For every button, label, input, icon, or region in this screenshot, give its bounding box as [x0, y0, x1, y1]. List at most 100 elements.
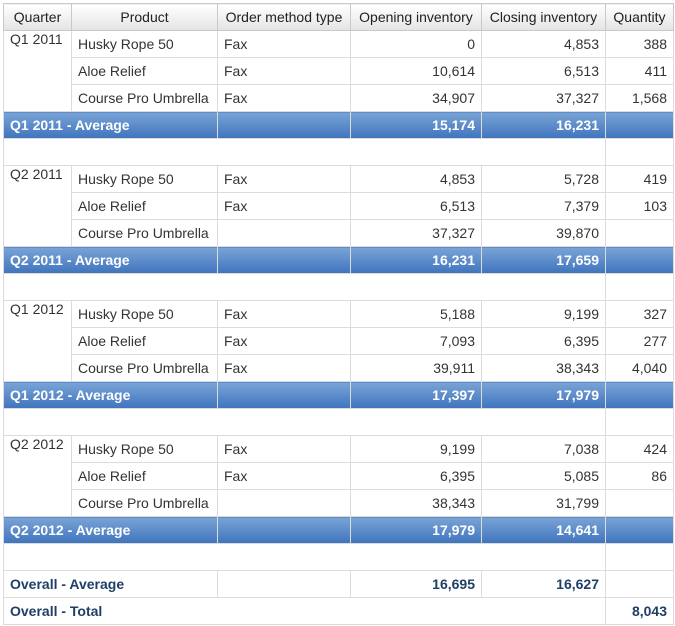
opening-inventory-cell: 39,911 — [350, 354, 482, 382]
total-quantity: 2,367 — [605, 138, 674, 166]
average-label: Q1 2011 - Average — [3, 111, 218, 139]
average-closing-inventory: 16,231 — [481, 111, 606, 139]
average-label: Q1 2012 - Average — [3, 381, 218, 409]
product-cell: Aloe Relief — [71, 462, 218, 490]
overall-average-closing-inventory: 16,627 — [481, 570, 606, 598]
order-method-cell: Fax — [217, 327, 351, 355]
average-opening-inventory: 17,397 — [350, 381, 482, 409]
empty-cell — [217, 516, 351, 544]
average-closing-inventory: 17,979 — [481, 381, 606, 409]
total-label: Q1 2012 - Total — [3, 408, 606, 436]
product-cell: Husky Rope 50 — [71, 30, 218, 58]
closing-inventory-cell: 6,395 — [481, 327, 606, 355]
group-average-row: Q1 2012 - Average 17,397 17,979 — [3, 381, 674, 409]
product-cell: Aloe Relief — [71, 57, 218, 85]
average-label: Q2 2012 - Average — [3, 516, 218, 544]
overall-total-row: Overall - Total 8,043 — [3, 597, 674, 625]
opening-inventory-cell: 4,853 — [350, 165, 482, 193]
order-method-cell: Fax — [217, 84, 351, 112]
overall-average-row: Overall - Average 16,695 16,627 — [3, 570, 674, 598]
quantity-cell: 1,568 — [605, 84, 674, 112]
table-row: Aloe Relief Fax 6,395 5,085 86 — [4, 462, 674, 490]
quantity-cell: 277 — [605, 327, 674, 355]
opening-inventory-cell: 6,513 — [350, 192, 482, 220]
quantity-cell — [605, 489, 674, 517]
group-average-row: Q2 2011 - Average 16,231 17,659 — [3, 246, 674, 274]
opening-inventory-cell: 10,614 — [350, 57, 482, 85]
column-header-product[interactable]: Product — [71, 3, 218, 31]
closing-inventory-cell: 31,799 — [481, 489, 606, 517]
group-total-row: Q1 2012 - Total 4,644 — [3, 408, 674, 436]
group-total-row: Q2 2011 - Total 522 — [3, 273, 674, 301]
product-cell: Course Pro Umbrella — [71, 489, 218, 517]
column-header-order-method-type[interactable]: Order method type — [217, 3, 351, 31]
overall-average-quantity — [605, 570, 674, 598]
overall-total-label: Overall - Total — [3, 597, 606, 625]
product-cell: Aloe Relief — [71, 192, 218, 220]
empty-cell — [217, 111, 351, 139]
average-closing-inventory: 17,659 — [481, 246, 606, 274]
product-cell: Aloe Relief — [71, 327, 218, 355]
order-method-cell: Fax — [217, 435, 351, 463]
average-closing-inventory: 14,641 — [481, 516, 606, 544]
total-label: Q2 2011 - Total — [3, 273, 606, 301]
average-quantity — [605, 111, 674, 139]
order-method-cell: Fax — [217, 300, 351, 328]
opening-inventory-cell: 6,395 — [350, 462, 482, 490]
quantity-cell: 103 — [605, 192, 674, 220]
product-cell: Course Pro Umbrella — [71, 84, 218, 112]
opening-inventory-cell: 34,907 — [350, 84, 482, 112]
opening-inventory-cell: 5,188 — [350, 300, 482, 328]
table-row: Aloe Relief Fax 7,093 6,395 277 — [4, 327, 674, 355]
header-row: Quarter Product Order method type Openin… — [3, 3, 674, 31]
total-quantity: 510 — [605, 543, 674, 571]
opening-inventory-cell: 38,343 — [350, 489, 482, 517]
average-label: Q2 2011 - Average — [3, 246, 218, 274]
empty-cell — [217, 246, 351, 274]
opening-inventory-cell: 0 — [350, 30, 482, 58]
table-row: Q1 2011 Husky Rope 50 Fax 0 4,853 388 — [3, 30, 674, 112]
quarter-cell: Q1 2012 — [3, 300, 72, 382]
order-method-cell — [217, 219, 351, 247]
group-average-row: Q2 2012 - Average 17,979 14,641 — [3, 516, 674, 544]
average-opening-inventory: 16,231 — [350, 246, 482, 274]
quarter-cell: Q2 2012 — [3, 435, 72, 517]
column-header-opening-inventory[interactable]: Opening inventory — [350, 3, 482, 31]
table-row: Aloe Relief Fax 10,614 6,513 411 — [4, 57, 674, 85]
closing-inventory-cell: 5,728 — [481, 165, 606, 193]
closing-inventory-cell: 5,085 — [481, 462, 606, 490]
quarter-cell: Q2 2011 — [3, 165, 72, 247]
total-quantity: 4,644 — [605, 408, 674, 436]
empty-cell — [217, 381, 351, 409]
order-method-cell — [217, 489, 351, 517]
order-method-cell: Fax — [217, 165, 351, 193]
group-total-row: Q1 2011 - Total 2,367 — [3, 138, 674, 166]
table-row: Course Pro Umbrella Fax 39,911 38,343 4,040 — [4, 354, 674, 382]
closing-inventory-cell: 7,379 — [481, 192, 606, 220]
quantity-cell — [605, 219, 674, 247]
closing-inventory-cell: 7,038 — [481, 435, 606, 463]
column-header-quarter[interactable]: Quarter — [3, 3, 72, 31]
table-row: Q2 2012 Husky Rope 50 Fax 9,199 7,038 424 — [3, 435, 674, 517]
closing-inventory-cell: 9,199 — [481, 300, 606, 328]
column-header-closing-inventory[interactable]: Closing inventory — [481, 3, 606, 31]
closing-inventory-cell: 4,853 — [481, 30, 606, 58]
product-cell: Course Pro Umbrella — [71, 354, 218, 382]
overall-total-quantity: 8,043 — [605, 597, 674, 625]
opening-inventory-cell: 37,327 — [350, 219, 482, 247]
quantity-cell: 327 — [605, 300, 674, 328]
total-label: Q2 2012 - Total — [3, 543, 606, 571]
table-row: Q2 2011 Husky Rope 50 Fax 4,853 5,728 419 — [3, 165, 674, 247]
quantity-cell: 411 — [605, 57, 674, 85]
group-average-row: Q1 2011 - Average 15,174 16,231 — [3, 111, 674, 139]
group-total-row: Q2 2012 - Total 510 — [3, 543, 674, 571]
average-quantity — [605, 246, 674, 274]
report-body: Q1 2011 Husky Rope 50 Fax 0 4,853 388 Aloe Rel… — [3, 30, 674, 625]
quantity-cell: 419 — [605, 165, 674, 193]
column-header-quantity[interactable]: Quantity — [605, 3, 674, 31]
average-opening-inventory: 17,979 — [350, 516, 482, 544]
total-label: Q1 2011 - Total — [3, 138, 606, 166]
order-method-cell: Fax — [217, 57, 351, 85]
product-cell: Course Pro Umbrella — [71, 219, 218, 247]
order-method-cell: Fax — [217, 354, 351, 382]
